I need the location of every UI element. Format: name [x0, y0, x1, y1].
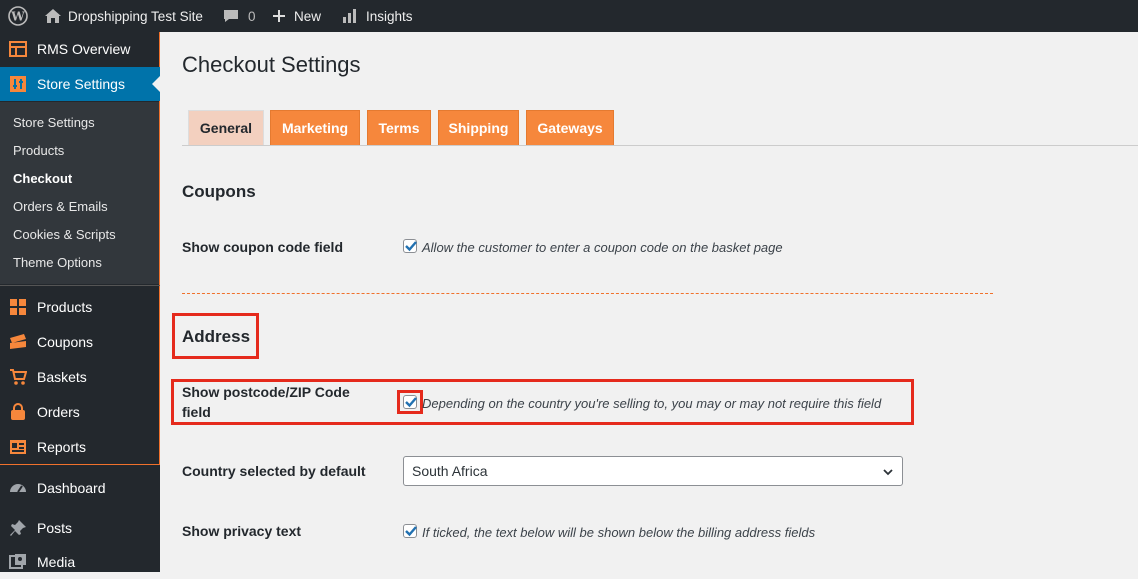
- menu-media[interactable]: Media: [0, 545, 160, 579]
- menu-label: Dashboard: [37, 480, 106, 496]
- section-divider: [182, 293, 993, 294]
- country-field-label: Country selected by default: [182, 463, 366, 479]
- menu-label: RMS Overview: [37, 41, 131, 57]
- menu-orders[interactable]: Orders: [0, 395, 160, 429]
- report-icon: [10, 440, 26, 454]
- country-select[interactable]: South Africa: [403, 456, 903, 486]
- submenu-store-settings[interactable]: Store Settings: [13, 115, 95, 130]
- submenu-orders-emails[interactable]: Orders & Emails: [13, 199, 108, 214]
- dashboard-icon: [10, 484, 26, 493]
- menu-products[interactable]: Products: [0, 290, 160, 324]
- submenu-theme-options[interactable]: Theme Options: [13, 255, 102, 270]
- home-icon[interactable]: [44, 0, 62, 32]
- tab-shipping[interactable]: Shipping: [438, 110, 519, 145]
- svg-text:W: W: [10, 10, 25, 24]
- checkmark-icon: [405, 241, 417, 252]
- menu-label: Media: [37, 554, 76, 570]
- grid-icon: [10, 299, 26, 315]
- tab-terms[interactable]: Terms: [367, 110, 431, 145]
- privacy-field-label: Show privacy text: [182, 523, 302, 539]
- new-link[interactable]: New: [272, 0, 321, 32]
- menu-coupons[interactable]: Coupons: [0, 325, 160, 359]
- menu-dashboard[interactable]: Dashboard: [0, 471, 160, 505]
- menu-label: Reports: [37, 439, 87, 455]
- menu-posts[interactable]: Posts: [0, 511, 160, 545]
- menu-label: Baskets: [37, 369, 87, 385]
- tabs-underline: [182, 145, 1138, 146]
- menu-label: Store Settings: [37, 76, 125, 92]
- menu-label: Orders: [37, 404, 80, 420]
- ticket-icon: [10, 334, 26, 349]
- postcode-label-line1: Show postcode/ZIP Code: [182, 384, 350, 400]
- admin-sidebar: RMS Overview Store Settings Store Settin…: [0, 32, 160, 572]
- coupon-field-label: Show coupon code field: [182, 239, 343, 255]
- coupon-field-description: Allow the customer to enter a coupon cod…: [422, 240, 783, 255]
- menu-rms-overview[interactable]: RMS Overview: [0, 32, 160, 66]
- bag-icon: [11, 403, 25, 420]
- country-selected-value: South Africa: [412, 463, 488, 479]
- site-name-link[interactable]: Dropshipping Test Site: [68, 0, 203, 32]
- menu-separator: [0, 285, 160, 286]
- tab-general[interactable]: General: [188, 110, 264, 145]
- page-title: Checkout Settings: [182, 52, 361, 77]
- pushpin-icon: [10, 520, 26, 536]
- tab-marketing[interactable]: Marketing: [270, 110, 360, 145]
- bar-chart-icon: [343, 9, 356, 23]
- postcode-label-line2: field: [182, 404, 211, 420]
- menu-label: Coupons: [37, 334, 94, 350]
- menu-label: Products: [37, 299, 93, 315]
- active-indicator: [152, 76, 160, 92]
- insights-link[interactable]: Insights: [342, 0, 413, 32]
- submenu-checkout[interactable]: Checkout: [13, 171, 72, 186]
- coupons-heading: Coupons: [182, 182, 256, 201]
- comments-link[interactable]: 0: [222, 0, 256, 32]
- site-name: Dropshipping Test Site: [68, 8, 203, 24]
- admin-bar: W Dropshipping Test Site 0 New Insights: [0, 0, 1138, 32]
- store-settings-submenu: Store Settings Products Checkout Orders …: [0, 102, 159, 284]
- privacy-checkbox[interactable]: [403, 524, 417, 538]
- submenu-products[interactable]: Products: [13, 143, 64, 158]
- menu-reports[interactable]: Reports: [0, 430, 160, 464]
- menu-label: Posts: [37, 520, 73, 536]
- postcode-field-description: Depending on the country you're selling …: [422, 396, 882, 411]
- sliders-icon: [10, 76, 26, 92]
- cart-icon: [10, 369, 27, 385]
- chevron-down-icon: [883, 469, 893, 476]
- comment-icon: [224, 10, 238, 22]
- address-heading: Address: [182, 327, 251, 346]
- comments-count: 0: [248, 8, 256, 24]
- new-label: New: [294, 8, 322, 24]
- postcode-checkbox[interactable]: [403, 395, 417, 409]
- privacy-field-description: If ticked, the text below will be shown …: [422, 525, 816, 540]
- checkmark-icon: [405, 397, 417, 408]
- postcode-field-label: Show postcode/ZIP Code field: [182, 382, 350, 422]
- insights-label: Insights: [366, 8, 413, 24]
- plus-icon: [273, 10, 285, 22]
- wordpress-logo-icon[interactable]: W: [8, 0, 28, 32]
- checkmark-icon: [405, 526, 417, 537]
- tab-gateways[interactable]: Gateways: [526, 110, 614, 145]
- menu-store-settings[interactable]: Store Settings: [0, 67, 160, 101]
- table-icon: [9, 41, 27, 57]
- submenu-cookies-scripts[interactable]: Cookies & Scripts: [13, 227, 116, 242]
- coupon-checkbox[interactable]: [403, 239, 417, 253]
- media-icon: [9, 554, 26, 569]
- menu-baskets[interactable]: Baskets: [0, 360, 160, 394]
